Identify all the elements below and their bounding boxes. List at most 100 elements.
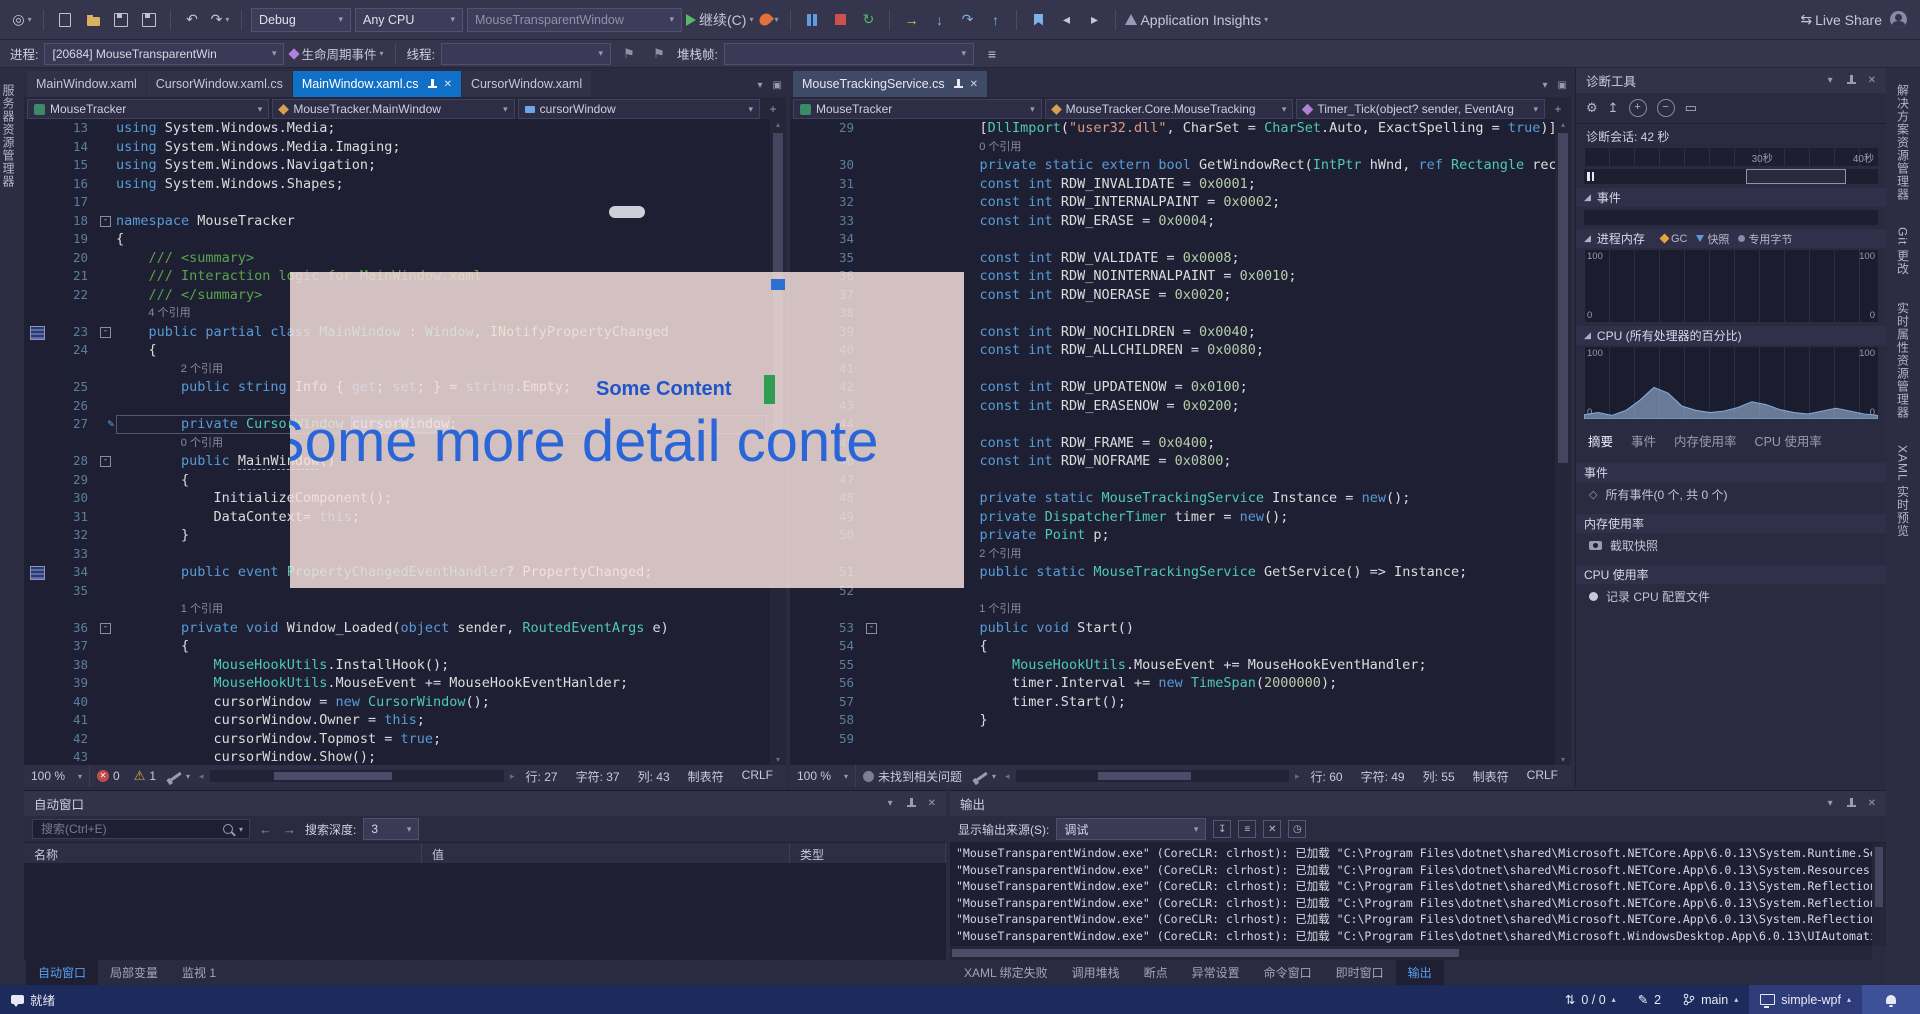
navigation-combo[interactable]: cursorWindow▾	[518, 99, 760, 119]
diagnostics-tab[interactable]: CPU 使用率	[1755, 431, 1822, 450]
cpu-section-header[interactable]: ◢CPU (所有处理器的百分比)	[1576, 326, 1886, 345]
code-line[interactable]: 53- public void Start()	[790, 619, 1555, 638]
git-sync-status[interactable]: ⇅0 / 0▴	[1554, 985, 1627, 1014]
scroll-left-icon[interactable]: ◂	[197, 771, 206, 782]
back-icon[interactable]: ←	[257, 822, 274, 837]
code-line[interactable]: 30 private static extern bool GetWindowR…	[790, 156, 1555, 175]
collapse-box-icon[interactable]: -	[100, 456, 111, 467]
panel-tab[interactable]: 即时窗口	[1324, 960, 1396, 985]
vertical-scrollbar[interactable]	[1872, 843, 1886, 946]
code-cleanup-button[interactable]: ▾	[969, 772, 1003, 781]
code-line[interactable]: 37 {	[24, 637, 770, 656]
restart-icon[interactable]: ↻	[856, 7, 880, 33]
startup-project-combo[interactable]: MouseTransparentWindow▾	[467, 8, 682, 32]
scroll-right-icon[interactable]: ▸	[508, 771, 517, 782]
codelens-references[interactable]: 0 个引用	[790, 138, 1555, 157]
panel-tab[interactable]: 命令窗口	[1252, 960, 1324, 985]
float-window-icon[interactable]: ▣	[1558, 80, 1567, 91]
health-indicator[interactable]: 未找到相关问题	[856, 768, 969, 785]
collapse-box-icon[interactable]: -	[866, 623, 877, 634]
pin-icon[interactable]	[1845, 798, 1856, 809]
window-position-icon[interactable]: ▾	[888, 798, 893, 809]
codelens-references[interactable]: 1 个引用	[24, 600, 770, 619]
code-line[interactable]: 41 cursorWindow.Owner = this;	[24, 711, 770, 730]
step-out-icon[interactable]: ↑	[983, 7, 1007, 33]
code-cleanup-button[interactable]: ▾	[163, 772, 197, 781]
timestamp-icon[interactable]: ◷	[1288, 820, 1306, 838]
timeline-selection[interactable]	[1746, 169, 1846, 184]
show-next-statement-icon[interactable]: →	[899, 7, 923, 33]
code-line[interactable]: 56 timer.Interval += new TimeSpan(200000…	[790, 674, 1555, 693]
code-line[interactable]: 29 [DllImport("user32.dll", CharSet = Ch…	[790, 119, 1555, 138]
scroll-right-icon[interactable]: ▸	[1293, 771, 1302, 782]
scroll-left-icon[interactable]: ◂	[1003, 771, 1012, 782]
code-line[interactable]: 34	[790, 230, 1555, 249]
error-count[interactable]: ✕0	[90, 769, 127, 783]
step-into-icon[interactable]: ↓	[927, 7, 951, 33]
code-line[interactable]: 35 const int RDW_VALIDATE = 0x0008;	[790, 249, 1555, 268]
chevron-down-icon[interactable]: ▾	[1543, 80, 1548, 91]
reset-view-icon[interactable]: ▭	[1685, 100, 1697, 116]
git-branch[interactable]: main▴	[1672, 985, 1749, 1014]
code-line[interactable]: 32 const int RDW_INTERNALPAINT = 0x0002;	[790, 193, 1555, 212]
panel-title-bar[interactable]: 自动窗口 ▾ ✕	[24, 791, 946, 816]
collapse-box-icon[interactable]: -	[100, 623, 111, 634]
dev-environment[interactable]: simple-wpf▴	[1749, 985, 1862, 1014]
close-icon[interactable]: ✕	[1868, 798, 1876, 809]
pin-icon[interactable]	[905, 798, 916, 809]
editor-tab[interactable]: CursorWindow.xaml	[462, 71, 591, 97]
collapse-box-icon[interactable]: -	[100, 216, 111, 227]
diagnostics-tab[interactable]: 内存使用率	[1674, 431, 1737, 450]
codelens-references[interactable]: 1 个引用	[790, 600, 1555, 619]
process-combo[interactable]: [20684] MouseTransparentWin▾	[44, 43, 284, 65]
jump-to-message-icon[interactable]: ↧	[1213, 820, 1231, 838]
account-avatar[interactable]	[1886, 7, 1910, 33]
horizontal-scrollbar[interactable]	[950, 946, 1872, 960]
timeline-track[interactable]	[1584, 169, 1878, 184]
navigation-combo[interactable]: MouseTracker▾	[27, 99, 269, 119]
code-line[interactable]: 33 const int RDW_ERASE = 0x0004;	[790, 212, 1555, 231]
application-insights-combo[interactable]: Application Insights▾	[1125, 7, 1268, 33]
panel-tab[interactable]: XAML 绑定失败	[952, 960, 1060, 985]
code-line[interactable]: 19{	[24, 230, 770, 249]
tool-window-tab[interactable]: 实时属性资源管理器	[1895, 292, 1912, 429]
stack-frame-combo[interactable]: ▾	[724, 43, 974, 65]
code-line[interactable]: 20 /// <summary>	[24, 249, 770, 268]
code-line[interactable]: 14using System.Windows.Media.Imaging;	[24, 138, 770, 157]
step-over-icon[interactable]: ↷	[955, 7, 979, 33]
code-line[interactable]: 13using System.Windows.Media;	[24, 119, 770, 138]
close-icon[interactable]: ✕	[444, 79, 452, 90]
output-source-combo[interactable]: 调试▾	[1056, 818, 1206, 840]
navigation-combo[interactable]: MouseTracker.MainWindow▾	[272, 99, 514, 119]
search-input[interactable]	[39, 821, 217, 837]
code-line[interactable]: 40 cursorWindow = new CursorWindow();	[24, 693, 770, 712]
profile-badge-icon[interactable]: ◎▾	[10, 7, 34, 33]
pin-icon[interactable]	[1845, 75, 1856, 86]
editor-tab[interactable]: CursorWindow.xaml.cs	[147, 71, 292, 97]
solution-platform-combo[interactable]: Any CPU▾	[355, 8, 463, 32]
code-line[interactable]: 43 cursorWindow.Show();	[24, 748, 770, 765]
float-window-icon[interactable]: ▣	[773, 80, 782, 91]
notifications-bell[interactable]	[1862, 985, 1920, 1014]
zoom-combo[interactable]: 100 %▾	[24, 765, 90, 787]
break-all-icon[interactable]	[800, 7, 824, 33]
tool-window-tab[interactable]: Git 更改	[1895, 217, 1912, 286]
editor-tab[interactable]: MouseTrackingService.cs✕	[793, 71, 987, 97]
search-depth-combo[interactable]: 3▾	[363, 818, 419, 840]
code-line[interactable]: 42 cursorWindow.Topmost = true;	[24, 730, 770, 749]
live-share-button[interactable]: ⇆ Live Share	[1800, 7, 1882, 33]
code-line[interactable]: 39 MouseHookUtils.MouseEvent += MouseHoo…	[24, 674, 770, 693]
output-log[interactable]: "MouseTransparentWindow.exe" (CoreCLR: c…	[950, 843, 1872, 946]
navigation-combo[interactable]: MouseTracker.Core.MouseTracking▾	[1045, 99, 1294, 119]
close-icon[interactable]: ✕	[970, 79, 978, 90]
memory-chart[interactable]: 1000 1000	[1584, 250, 1878, 322]
code-line[interactable]: 31 const int RDW_INVALIDATE = 0x0001;	[790, 175, 1555, 194]
column-name[interactable]: 名称	[24, 843, 422, 864]
search-box[interactable]: ▾	[32, 819, 250, 839]
vertical-scrollbar[interactable]: ▴ ▾	[1555, 119, 1571, 765]
open-folder-icon[interactable]	[81, 7, 105, 33]
redo-icon[interactable]: ↷▾	[208, 7, 232, 33]
zoom-out-icon[interactable]: −	[1657, 99, 1675, 117]
scrollbar-thumb[interactable]	[274, 772, 392, 780]
column-type[interactable]: 类型	[790, 843, 946, 864]
